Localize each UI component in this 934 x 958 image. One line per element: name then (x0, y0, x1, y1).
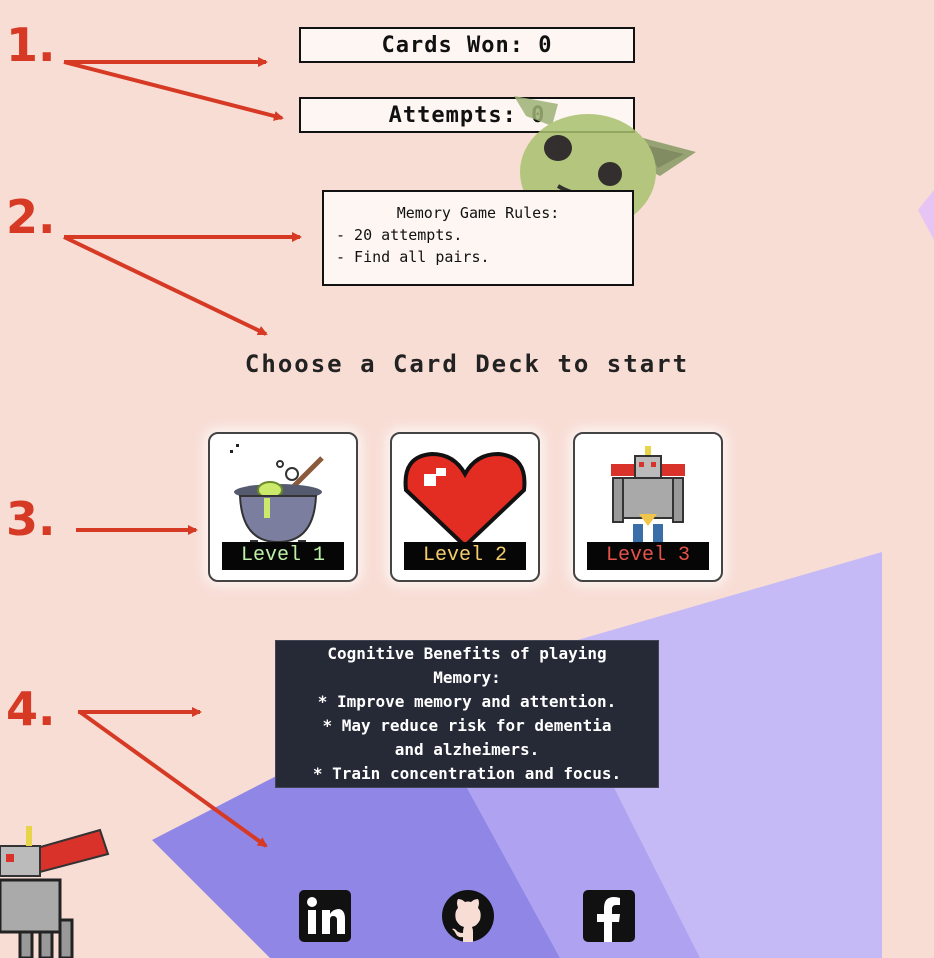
choose-deck-prompt: Choose a Card Deck to start (244, 350, 690, 378)
rules-panel: Memory Game Rules: - 20 attempts. - Find… (322, 190, 634, 286)
facebook-icon[interactable] (581, 888, 637, 944)
level-2-card[interactable]: Level 2 (390, 432, 540, 582)
github-icon[interactable] (440, 888, 496, 944)
benefit-item-memory: * Improve memory and attention. (317, 692, 617, 711)
cards-won-counter: Cards Won: 0 (299, 27, 635, 63)
rules-item-pairs: - Find all pairs. (336, 248, 490, 266)
annotation-1: 1. (6, 18, 56, 72)
benefit-item-dementia-cont: and alzheimers. (394, 740, 540, 759)
level-1-card[interactable]: Level 1 (208, 432, 358, 582)
benefit-item-concentration: * Train concentration and focus. (312, 764, 622, 783)
annotation-4: 4. (6, 682, 56, 736)
benefits-panel: Cognitive Benefits of playing Memory: * … (275, 640, 659, 788)
level-1-label: Level 1 (222, 542, 344, 570)
benefits-title-cont: Memory: (433, 668, 501, 687)
level-3-label: Level 3 (587, 542, 709, 570)
level-3-card[interactable]: Level 3 (573, 432, 723, 582)
level-2-label: Level 2 (404, 542, 526, 570)
benefit-item-dementia: * May reduce risk for dementia (322, 716, 612, 735)
annotation-3: 3. (6, 492, 56, 546)
robot-icon (0, 826, 110, 958)
rules-title: Memory Game Rules: (396, 204, 560, 222)
benefits-title: Cognitive Benefits of playing (327, 644, 607, 663)
rules-item-attempts: - 20 attempts. (336, 226, 463, 244)
linkedin-icon[interactable] (297, 888, 353, 944)
annotation-2: 2. (6, 190, 56, 244)
